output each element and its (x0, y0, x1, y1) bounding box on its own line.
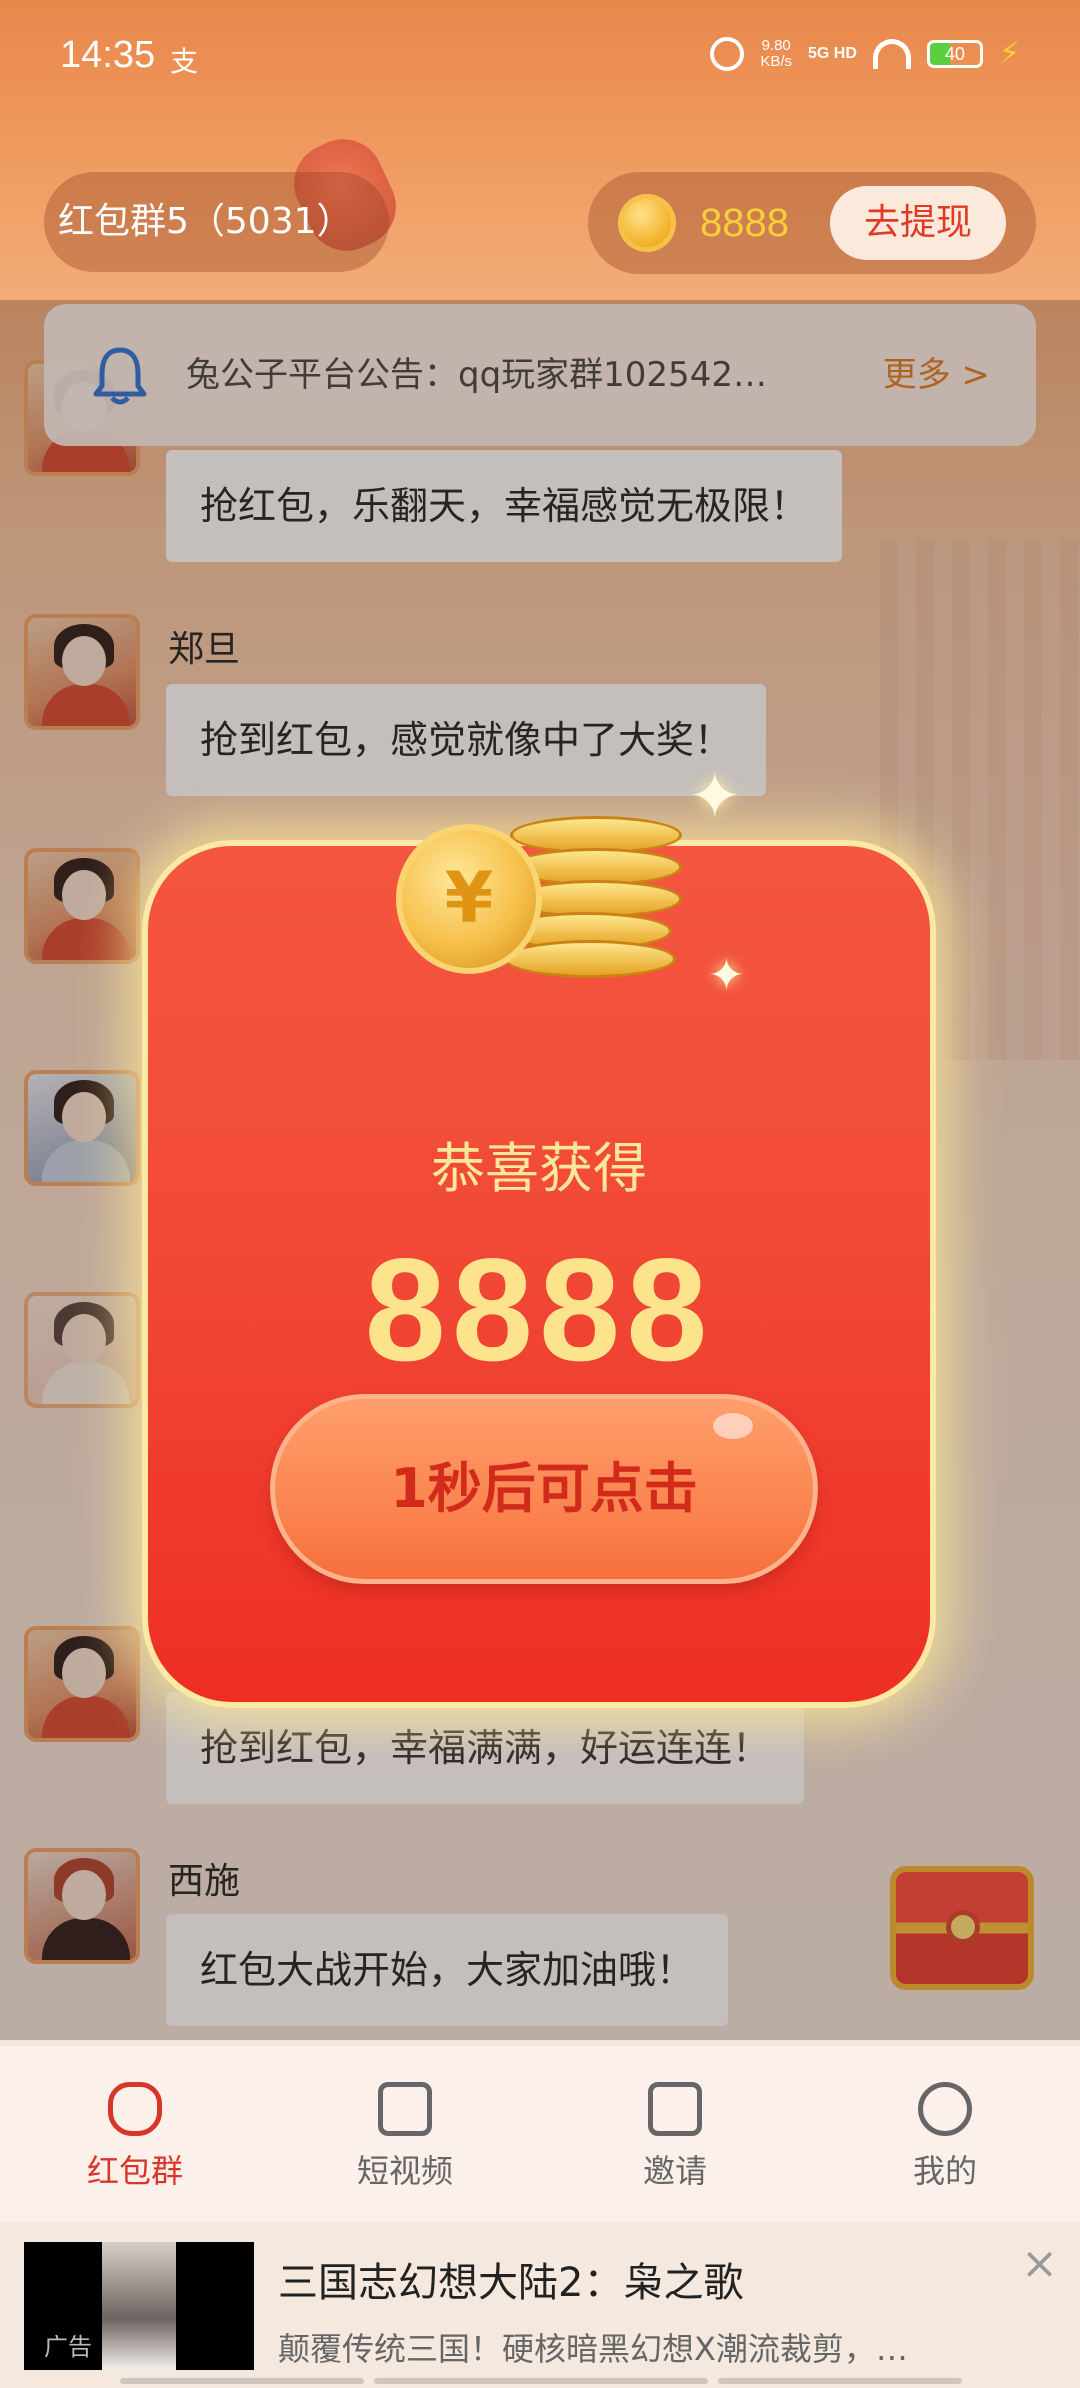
alarm-icon (710, 36, 745, 71)
button-shine (713, 1413, 753, 1439)
avatar[interactable] (24, 1070, 140, 1186)
withdraw-button[interactable]: 去提现 (830, 186, 1006, 260)
ad-thumbnail[interactable]: 广告 (24, 2242, 254, 2370)
tab-red-envelope-group[interactable]: 红包群 (0, 2046, 270, 2222)
reward-amount: 8888 (364, 1228, 714, 1391)
video-play-icon (378, 2082, 432, 2136)
announcement-more-link[interactable]: 更多 > (883, 304, 990, 446)
avatar[interactable] (24, 614, 140, 730)
net-speed-value: 9.80 (761, 36, 791, 54)
ad-progress-bar (374, 2378, 708, 2384)
charging-icon: ⚡ (998, 36, 1020, 71)
tab-profile[interactable]: 我的 (810, 2046, 1080, 2222)
wifi-icon (872, 38, 911, 69)
ad-progress-bar (120, 2378, 364, 2384)
ad-progress-bar (718, 2378, 962, 2384)
reward-title: 恭喜获得 (431, 1137, 647, 1200)
red-envelope-bag-icon (108, 2082, 162, 2136)
alipay-icon: 支 (170, 45, 199, 78)
chart-bars-icon (648, 2082, 702, 2136)
claim-countdown-label: 1秒后可点击 (390, 1457, 698, 1520)
bottom-tab-bar: 红包群 短视频 邀请 我的 (0, 2046, 1080, 2222)
avatar[interactable] (24, 1292, 140, 1408)
coin-icon (618, 194, 676, 252)
tab-invite[interactable]: 邀请 (540, 2046, 810, 2222)
ad-title[interactable]: 三国志幻想大陆2：枭之歌 (278, 2250, 743, 2308)
coin-balance: 8888 去提现 (588, 172, 1036, 274)
tab-label: 我的 (912, 2152, 977, 2190)
ad-banner[interactable]: 广告 三国志幻想大陆2：枭之歌 颠覆传统三国！硬核暗黑幻想X潮流裁剪，… × (0, 2222, 1080, 2388)
treasure-chest-icon[interactable] (890, 1866, 1034, 1990)
message-sender: 郑旦 (168, 629, 241, 670)
battery-icon: 40 (926, 39, 983, 68)
avatar[interactable] (24, 1848, 140, 1964)
message-bubble: 抢到红包，幸福满满，好运连连！ (166, 1692, 805, 1804)
status-bar: 14:35 支 9.80 KB/s 5G HD 40 ⚡ (0, 0, 1080, 118)
ad-badge: 广告 (44, 2333, 92, 2361)
avatar[interactable] (24, 848, 140, 964)
message-bubble: 抢到红包，感觉就像中了大奖！ (166, 684, 767, 796)
net-speed-unit: KB/s (760, 52, 793, 70)
status-icons: 9.80 KB/s 5G HD 40 ⚡ (710, 36, 1020, 71)
message-bubble: 抢红包，乐翻天，幸福感觉无极限！ (166, 450, 843, 562)
network-signal-icon: 5G HD (808, 44, 857, 62)
gold-coins-icon: ¥ (390, 796, 690, 986)
avatar[interactable] (24, 1626, 140, 1742)
tab-label: 红包群 (86, 2152, 183, 2190)
coin-amount: 8888 (700, 201, 789, 245)
group-name[interactable]: 红包群5（5031） (44, 172, 389, 272)
yuan-coin: ¥ (396, 824, 542, 974)
announcement-bar[interactable]: 兔公子平台公告：qq玩家群102542… 更多 > (44, 304, 1036, 446)
close-icon[interactable]: × (1021, 2238, 1058, 2289)
tab-label: 邀请 (642, 2152, 707, 2190)
bell-icon (93, 347, 147, 405)
net-speed: 9.80 KB/s (760, 36, 793, 70)
ad-description: 颠覆传统三国！硬核暗黑幻想X潮流裁剪，… (278, 2330, 908, 2368)
status-time: 14:35 (60, 34, 156, 76)
profile-icon (918, 2082, 972, 2136)
announcement-text: 兔公子平台公告：qq玩家群102542… (186, 355, 767, 395)
claim-countdown-button[interactable]: 1秒后可点击 (270, 1394, 818, 1584)
sparkle-icon: ✦ (688, 760, 742, 834)
tab-short-video[interactable]: 短视频 (270, 2046, 540, 2222)
message-sender: 西施 (168, 1861, 241, 1902)
sparkle-icon: ✦ (708, 950, 745, 1001)
message-bubble: 红包大战开始，大家加油哦！ (166, 1914, 729, 2026)
tab-label: 短视频 (356, 2152, 453, 2190)
